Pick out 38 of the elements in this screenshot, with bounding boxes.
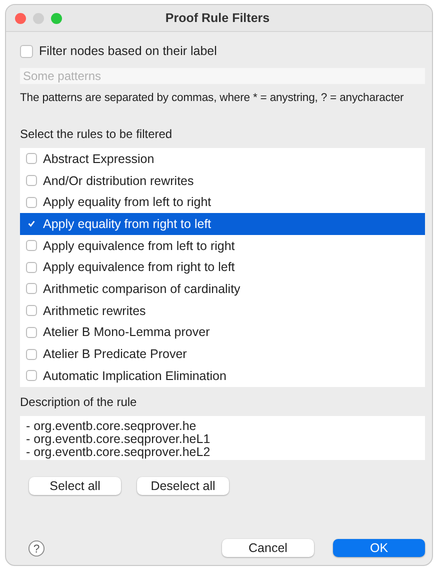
checkbox[interactable] [26,326,37,338]
selection-button[interactable]: Select all [29,477,121,495]
section-heading: Select the rules to be filtered [20,127,174,141]
rule-list-item[interactable]: Arithmetic rewrites [20,300,425,322]
checkbox[interactable] [26,240,37,252]
ok-button[interactable]: OK [333,539,425,557]
checkbox[interactable] [26,305,37,316]
rule-list-item[interactable]: Apply equality from left to right [20,191,425,214]
rule-list-item[interactable]: Arithmetic comparison of cardinality [20,278,425,300]
rule-list-item[interactable]: Atelier B Mono-Lemma prover [20,322,425,344]
checkbox[interactable] [26,218,37,230]
checkbox[interactable] [26,196,37,208]
section-heading: Description of the rule [20,395,138,409]
patterns-field[interactable]: Some patterns [20,68,425,84]
close-icon[interactable] [15,12,26,24]
rule-list-item[interactable]: Apply equality from right to left [20,213,425,235]
description-box: - org.eventb.core.seqprover.he - org.eventb.core.seqprover.heL1 - org.eventb.core.seqprover.heL2 [20,416,425,460]
checkbox[interactable] [26,348,37,360]
rule-list-item[interactable]: Atelier B Predicate Prover [20,343,425,365]
checkbox[interactable] [26,175,37,186]
checkbox[interactable] [26,370,37,382]
checkbox-label: Filter nodes based on their label [39,44,217,58]
rule-list-item[interactable]: And/Or distribution rewrites [20,170,425,192]
patterns-hint: The patterns are separated by commas, where * = anystring, ? = anycharacter [20,91,404,106]
rule-list-item[interactable]: Abstract Expression [20,148,425,170]
zoom-icon[interactable] [51,12,62,24]
checkbox[interactable] [26,283,37,294]
checkbox[interactable] [26,262,37,273]
minimize-icon [33,12,44,24]
cancel-button[interactable]: Cancel [222,539,314,557]
help-icon[interactable]: ? [28,540,45,556]
checkbox[interactable] [26,153,37,164]
rule-list-item[interactable]: Apply equivalence from right to left [20,256,425,278]
rule-list-item[interactable]: Apply equivalence from left to right [20,234,425,256]
checkbox[interactable] [20,44,33,58]
rule-list-item[interactable]: Automatic Implication Elimination [20,364,425,387]
selection-button[interactable]: Deselect all [137,477,229,495]
window-title: Proof Rule Filters [164,11,271,25]
